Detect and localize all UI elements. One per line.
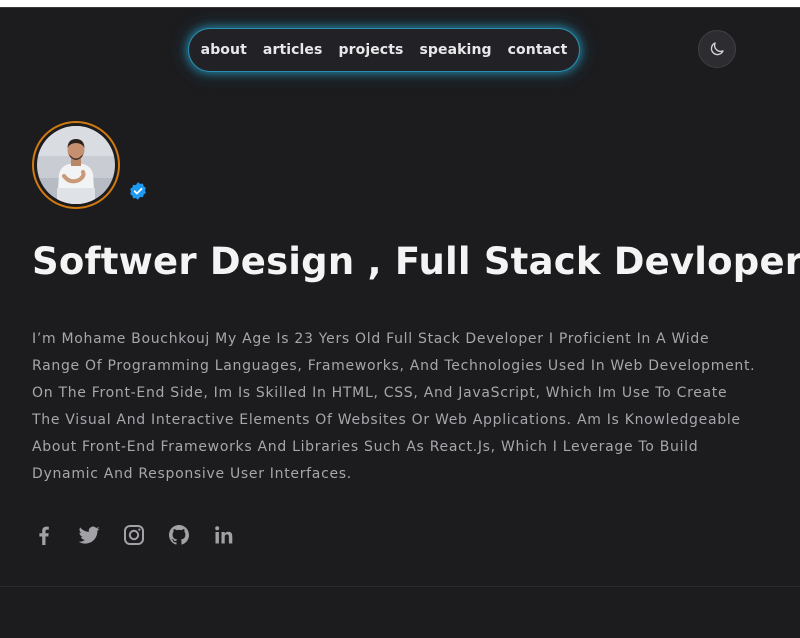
twitter-icon — [78, 526, 100, 544]
section-divider — [0, 586, 800, 587]
page: about articles projects speaking contact — [0, 8, 800, 638]
main-nav: about articles projects speaking contact — [188, 28, 580, 72]
instagram-link[interactable] — [122, 523, 146, 547]
facebook-icon — [39, 526, 49, 545]
nav-item-speaking[interactable]: speaking — [419, 42, 491, 58]
avatar — [32, 121, 120, 209]
verified-badge-icon — [130, 182, 146, 200]
theme-toggle-button[interactable] — [698, 30, 736, 68]
avatar-photo — [37, 126, 115, 204]
nav-item-projects[interactable]: projects — [338, 42, 403, 58]
instagram-icon — [124, 525, 144, 545]
bio-text: I’m Mohame Bouchkouj My Age Is 23 Yers O… — [32, 331, 756, 482]
github-link[interactable] — [167, 523, 191, 547]
page-title: Softwer Design , Full Stack Devloper — [32, 240, 800, 283]
twitter-link[interactable] — [77, 523, 101, 547]
linkedin-link[interactable] — [212, 523, 236, 547]
nav-item-articles[interactable]: articles — [263, 42, 323, 58]
nav-item-contact[interactable]: contact — [508, 42, 568, 58]
facebook-link[interactable] — [32, 523, 56, 547]
github-icon — [169, 525, 189, 545]
social-links — [32, 523, 236, 547]
linkedin-icon — [215, 526, 233, 544]
browser-top-strip — [0, 0, 800, 8]
nav-item-about[interactable]: about — [201, 42, 247, 58]
moon-icon — [710, 42, 724, 56]
